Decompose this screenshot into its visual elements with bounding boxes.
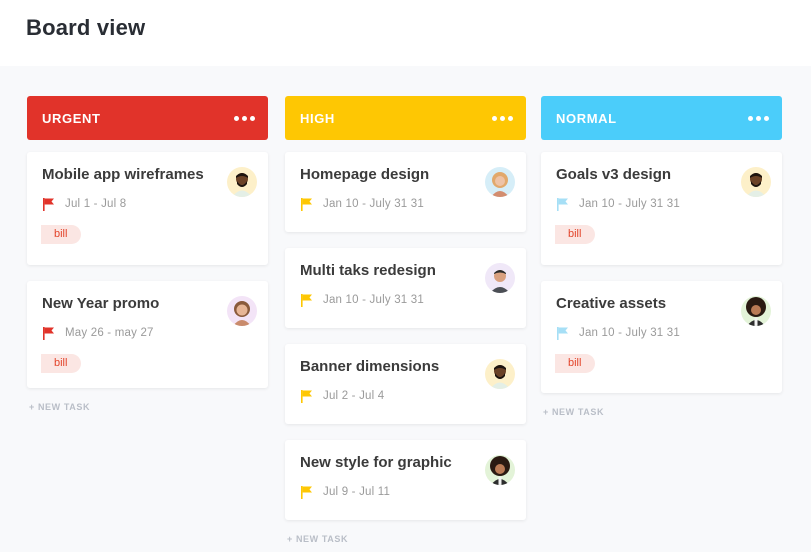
- new-task-button[interactable]: + NEW TASK: [29, 402, 268, 412]
- task-title: Banner dimensions: [300, 358, 440, 375]
- task-title: New Year promo: [42, 295, 160, 312]
- more-dots-icon[interactable]: [748, 112, 769, 125]
- task-card[interactable]: New Year promo May 26 - may 27 bill: [27, 281, 268, 388]
- column-title: HIGH: [300, 110, 335, 126]
- task-tag[interactable]: bill: [41, 354, 82, 373]
- avatar-woman-blonde[interactable]: [485, 167, 515, 197]
- task-meta: Jan 10 - July 31 31: [300, 197, 511, 211]
- red-flag-icon: [43, 327, 54, 340]
- yellow-flag-icon: [301, 486, 312, 499]
- task-title: Multi taks redesign: [300, 262, 436, 279]
- task-date: Jul 1 - Jul 8: [65, 198, 127, 210]
- task-tag[interactable]: bill: [555, 354, 596, 373]
- column-high: HIGH Homepage design Jan 10 - July 31 31…: [285, 96, 526, 544]
- task-title: Homepage design: [300, 166, 430, 183]
- task-meta: May 26 - may 27: [42, 326, 253, 340]
- yellow-flag-icon: [301, 198, 312, 211]
- task-card[interactable]: Mobile app wireframes Jul 1 - Jul 8 bill: [27, 152, 268, 265]
- column-header-normal: NORMAL: [541, 96, 782, 140]
- task-meta: Jul 9 - Jul 11: [300, 485, 511, 499]
- task-date: May 26 - may 27: [65, 327, 154, 339]
- task-tag[interactable]: bill: [555, 225, 596, 244]
- red-flag-icon: [43, 198, 54, 211]
- page-header: Board view: [0, 0, 811, 66]
- task-title: Creative assets: [556, 295, 667, 312]
- task-date: Jan 10 - July 31 31: [323, 198, 424, 210]
- new-task-button[interactable]: + NEW TASK: [543, 407, 782, 417]
- more-dots-icon[interactable]: [234, 112, 255, 125]
- task-date: Jan 10 - July 31 31: [579, 327, 680, 339]
- avatar-woman-curly[interactable]: [227, 296, 257, 326]
- task-date: Jul 2 - Jul 4: [323, 390, 385, 402]
- task-title: Mobile app wireframes: [42, 166, 204, 183]
- task-meta: Jan 10 - July 31 31: [300, 293, 511, 307]
- yellow-flag-icon: [301, 294, 312, 307]
- board: URGENT Mobile app wireframes Jul 1 - Jul…: [0, 66, 811, 552]
- task-card[interactable]: Homepage design Jan 10 - July 31 31: [285, 152, 526, 232]
- avatar-man-beard[interactable]: [485, 359, 515, 389]
- avatar-man-beard[interactable]: [227, 167, 257, 197]
- task-title: Goals v3 design: [556, 166, 672, 183]
- task-card[interactable]: Multi taks redesign Jan 10 - July 31 31: [285, 248, 526, 328]
- column-title: NORMAL: [556, 110, 617, 126]
- page-title: Board view: [26, 15, 146, 40]
- task-card[interactable]: Banner dimensions Jul 2 - Jul 4: [285, 344, 526, 424]
- column-urgent: URGENT Mobile app wireframes Jul 1 - Jul…: [27, 96, 268, 412]
- task-card[interactable]: Goals v3 design Jan 10 - July 31 31 bill: [541, 152, 782, 265]
- column-header-urgent: URGENT: [27, 96, 268, 140]
- avatar-man-beard[interactable]: [741, 167, 771, 197]
- yellow-flag-icon: [301, 390, 312, 403]
- task-meta: Jul 2 - Jul 4: [300, 389, 511, 403]
- task-title: New style for graphic: [300, 454, 452, 471]
- blue-flag-icon: [557, 198, 568, 211]
- task-meta: Jan 10 - July 31 31: [556, 197, 767, 211]
- task-date: Jul 9 - Jul 11: [323, 486, 391, 498]
- task-meta: Jan 10 - July 31 31: [556, 326, 767, 340]
- task-meta: Jul 1 - Jul 8: [42, 197, 253, 211]
- column-normal: NORMAL Goals v3 design Jan 10 - July 31 …: [541, 96, 782, 417]
- column-header-high: HIGH: [285, 96, 526, 140]
- column-title: URGENT: [42, 110, 101, 126]
- avatar-man-afro[interactable]: [485, 455, 515, 485]
- avatar-man-smiling[interactable]: [485, 263, 515, 293]
- task-date: Jan 10 - July 31 31: [323, 294, 424, 306]
- new-task-button[interactable]: + NEW TASK: [287, 534, 526, 544]
- task-date: Jan 10 - July 31 31: [579, 198, 680, 210]
- task-tag[interactable]: bill: [41, 225, 82, 244]
- more-dots-icon[interactable]: [492, 112, 513, 125]
- blue-flag-icon: [557, 327, 568, 340]
- avatar-man-afro[interactable]: [741, 296, 771, 326]
- task-card[interactable]: Creative assets Jan 10 - July 31 31 bill: [541, 281, 782, 393]
- task-card[interactable]: New style for graphic Jul 9 - Jul 11: [285, 440, 526, 520]
